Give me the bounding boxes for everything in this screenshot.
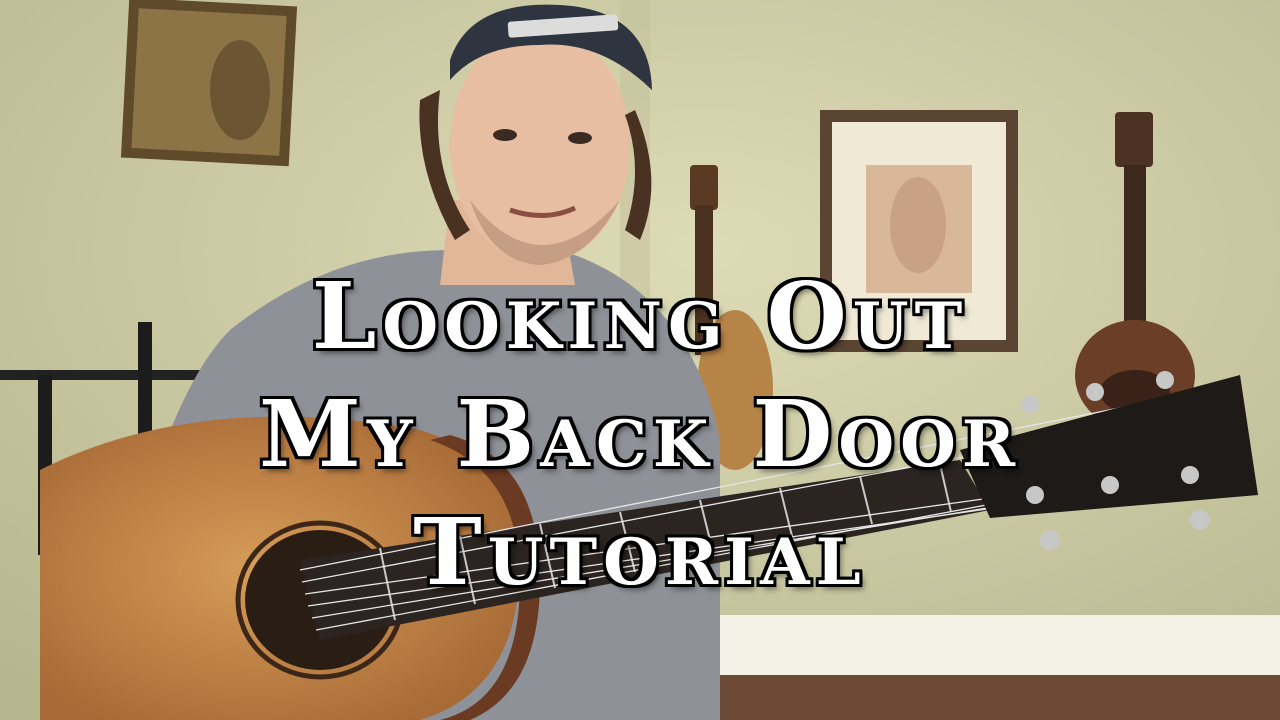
person-head xyxy=(450,27,630,263)
person-eye-right xyxy=(568,132,592,144)
title-line-1: Looking Out xyxy=(311,262,969,370)
title-line-3: Tutorial xyxy=(413,498,867,606)
buddha-painting xyxy=(120,0,298,167)
person-eye-left xyxy=(493,129,517,141)
baseboard xyxy=(700,615,1280,675)
floor xyxy=(700,675,1280,720)
title-line-2: My Back Door xyxy=(258,380,1022,488)
